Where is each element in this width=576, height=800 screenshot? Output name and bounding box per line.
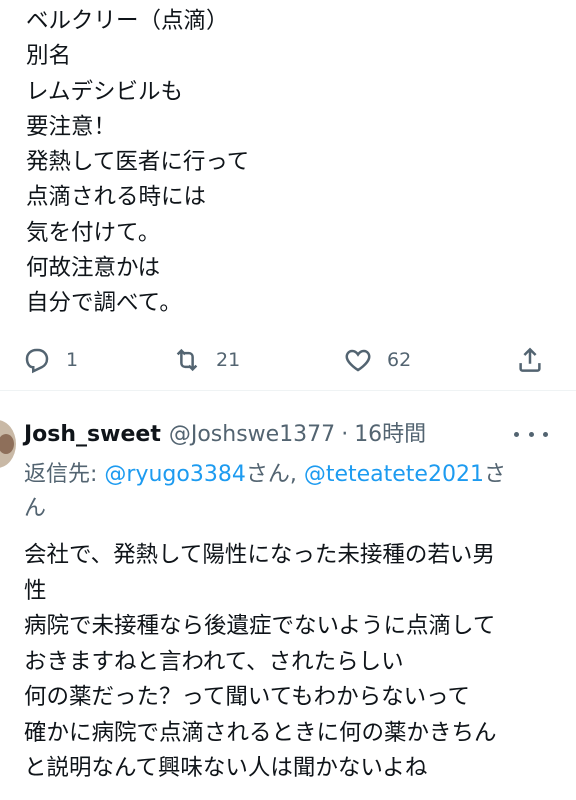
separator: ·: [341, 422, 349, 447]
tweet-2-line: おきますねと言われて、されたらしい: [24, 648, 404, 675]
timestamp[interactable]: 16時間: [354, 416, 426, 448]
tweet-2-line: 病院で未接種なら後遺症でないように点滴して: [24, 613, 496, 639]
heart-icon: [345, 349, 371, 372]
tweet-1-text: ベルクリー（点滴） 別名 レムデシビルも 要注意！ 発熱して医者に行って 点滴さ…: [26, 4, 249, 322]
share-icon: [519, 347, 541, 372]
tweet-2-line: 確かに病院で点滴されるときに何の薬かきちん: [24, 719, 497, 746]
user-handle[interactable]: @Joshswe1377: [169, 422, 335, 447]
reply-to-label: 返信先:: [24, 462, 105, 487]
tweet-1-action-bar: 1 21 62: [0, 338, 576, 382]
reply-button[interactable]: 1: [22, 338, 78, 382]
divider: [0, 390, 576, 391]
mention-link[interactable]: @teteatete2021: [304, 462, 484, 487]
honorific: さん: [245, 462, 290, 487]
tweet-1-line: レムデシビルも: [26, 78, 184, 105]
tweet-2-line: 何の薬だった？って聞いてもわからないって: [24, 684, 470, 710]
honorific: ん: [24, 496, 47, 521]
display-name[interactable]: Josh_sweet: [24, 422, 161, 447]
tweet-2-text: 会社で、発熱して陽性になった未接種の若い男 性 病院で未接種なら後遺症でないよう…: [24, 538, 554, 787]
like-count: 62: [387, 349, 412, 371]
mention-link[interactable]: @ryugo3384: [104, 462, 245, 487]
more-icon[interactable]: [514, 420, 548, 448]
like-button[interactable]: 62: [343, 338, 411, 382]
tweet-2-line: と説明なんて興味ない人は聞かないよね: [24, 755, 428, 781]
tweet-1-line: 何故注意かは: [26, 255, 161, 282]
reply-count: 1: [66, 349, 79, 371]
retweet-count: 21: [216, 349, 241, 371]
tweet-1-line: 気を付けて。: [26, 219, 161, 246]
tweet-2-line: 会社で、発熱して陽性になった未接種の若い男: [24, 542, 495, 568]
tweet-2-header: Josh_sweet @Joshswe1377 · 16時間: [24, 416, 426, 448]
tweet-1-line: 自分で調べて。: [26, 290, 182, 317]
tweet-1-line: 点滴される時には: [26, 184, 207, 211]
avatar[interactable]: [0, 420, 16, 468]
reply-icon: [25, 348, 49, 374]
tweet-1-line: ベルクリー（点滴）: [26, 8, 229, 34]
retweet-icon: [176, 348, 198, 372]
tweet-1-line: 別名: [26, 43, 72, 70]
honorific: さ: [483, 462, 506, 487]
retweet-button[interactable]: 21: [172, 338, 240, 382]
comma: ,: [289, 462, 304, 487]
tweet-2-line: 性: [24, 577, 47, 604]
tweet-1-line: 要注意！: [26, 113, 117, 140]
share-button[interactable]: [515, 338, 545, 382]
tweet-1-line: 発熱して医者に行って: [26, 149, 250, 176]
reply-to-line: 返信先: @ryugo3384さん, @teteatete2021さん: [24, 458, 554, 526]
